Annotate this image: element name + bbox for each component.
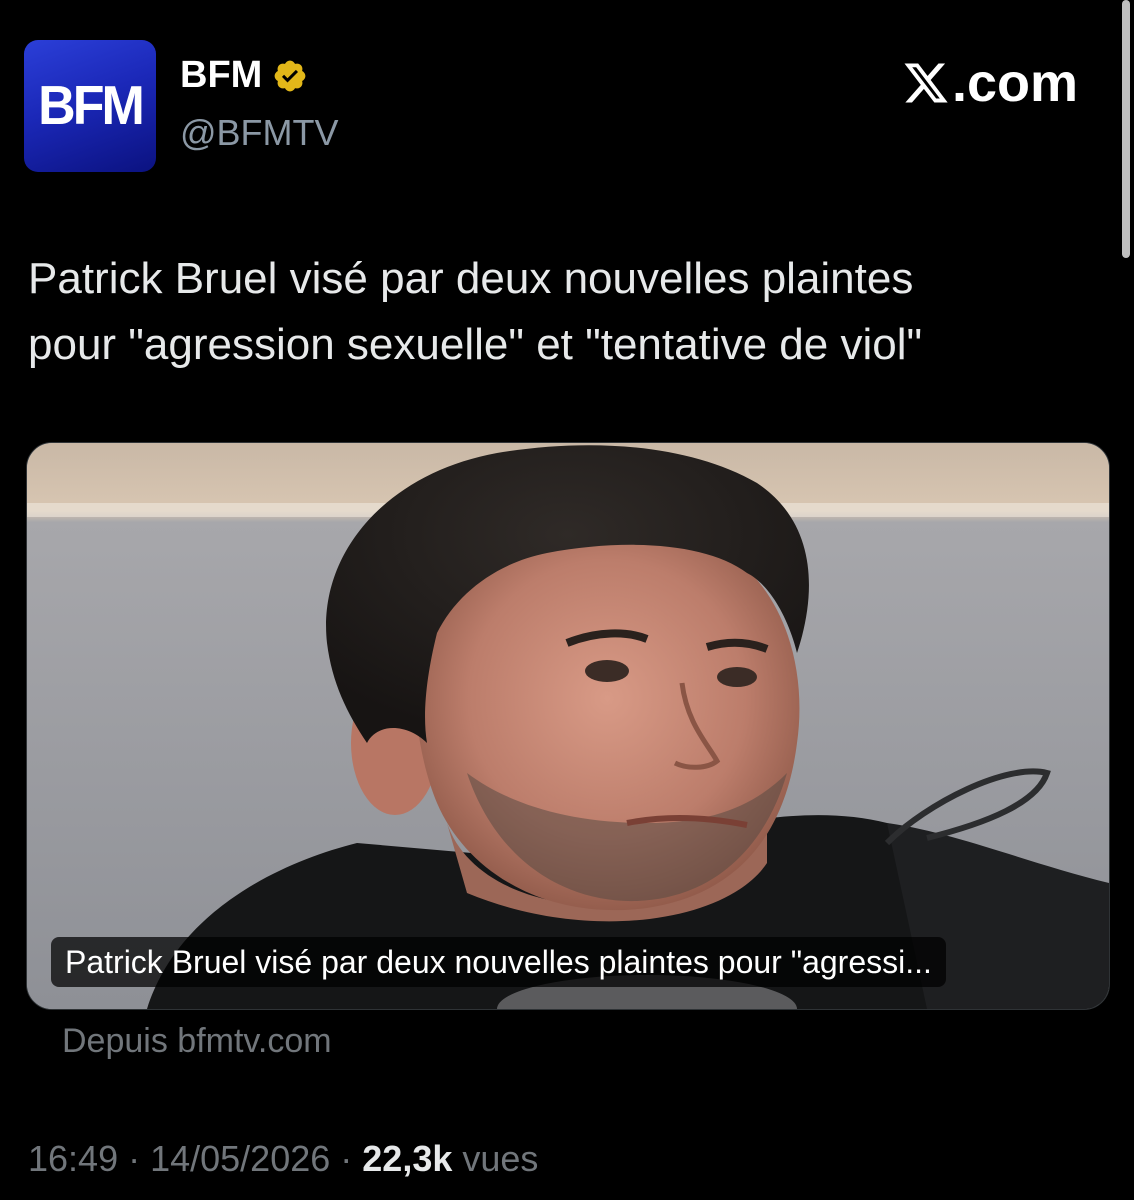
x-logo-icon — [904, 63, 948, 103]
meta-separator: · — [330, 1138, 363, 1179]
meta-separator: · — [118, 1138, 151, 1179]
views-label: vues — [462, 1138, 539, 1179]
tweet-date[interactable]: 14/05/2026 — [150, 1138, 330, 1179]
link-card[interactable]: Patrick Bruel visé par deux nouvelles pl… — [26, 442, 1110, 1010]
site-logo: .com — [902, 52, 1078, 114]
display-name[interactable]: BFM — [180, 54, 262, 97]
verified-badge-icon — [272, 58, 308, 94]
card-caption: Patrick Bruel visé par deux nouvelles pl… — [51, 937, 946, 987]
tweet-meta: 16:49 · 14/05/2026 · 22,3k vues — [28, 1138, 538, 1180]
tweet-time[interactable]: 16:49 — [28, 1138, 118, 1179]
user-handle[interactable]: @BFMTV — [180, 112, 339, 154]
views-count: 22,3k — [362, 1138, 453, 1179]
avatar-logo-text: BFM — [38, 75, 145, 137]
card-photo — [27, 443, 1109, 1009]
site-domain-label: .com — [951, 53, 1078, 113]
avatar[interactable]: BFM — [24, 40, 156, 172]
scrollbar[interactable] — [1122, 0, 1130, 258]
display-name-row: BFM — [180, 54, 308, 97]
tweet-text: Patrick Bruel visé par deux nouvelles pl… — [28, 254, 923, 369]
card-source-link[interactable]: Depuis bfmtv.com — [62, 1022, 332, 1061]
